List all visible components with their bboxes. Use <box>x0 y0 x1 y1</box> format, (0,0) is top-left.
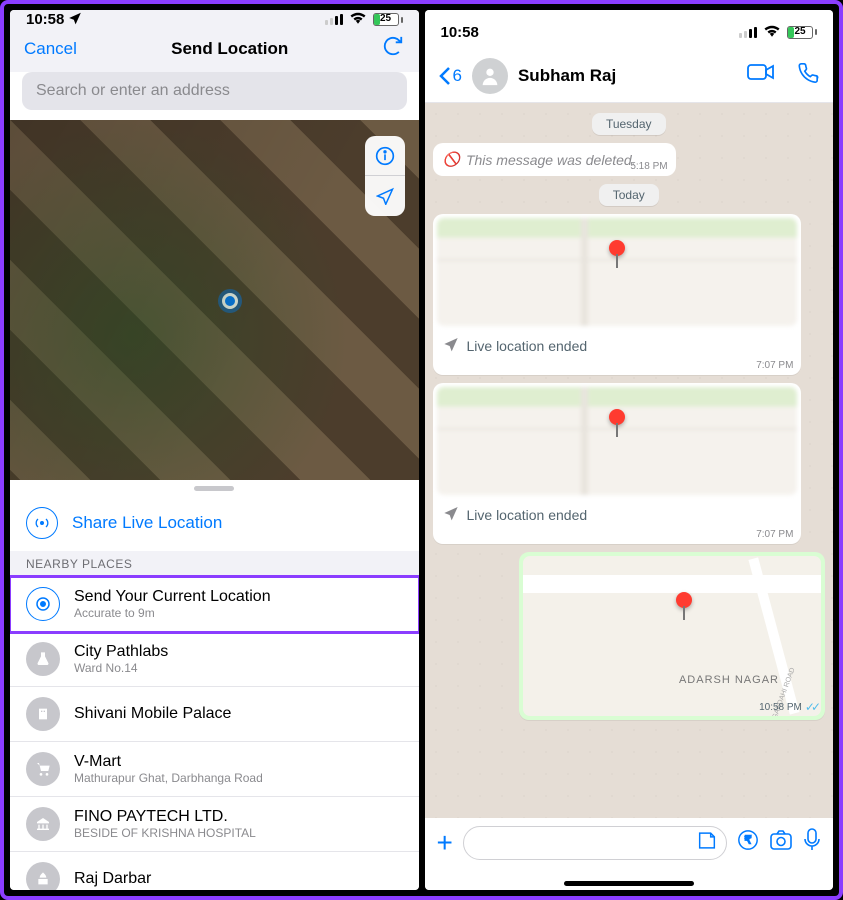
place-row[interactable]: City Pathlabs Ward No.14 <box>10 632 419 687</box>
share-live-label: Share Live Location <box>72 513 222 533</box>
status-bar: 10:58 25 <box>425 10 834 54</box>
page-title: Send Location <box>171 39 288 59</box>
chat-messages[interactable]: Tuesday 🚫 This message was deleted. 5:18… <box>425 103 834 818</box>
share-live-location-row[interactable]: Share Live Location <box>10 497 419 551</box>
cart-icon <box>26 752 60 786</box>
attach-button[interactable]: + <box>437 827 453 859</box>
live-ended-label: Live location ended <box>467 338 588 354</box>
payment-button[interactable]: ₹ <box>737 829 759 857</box>
current-location-dot <box>222 293 238 309</box>
location-icon <box>443 505 459 524</box>
place-title: V-Mart <box>74 753 263 771</box>
camera-button[interactable] <box>769 829 793 857</box>
navbar: Cancel Send Location <box>10 29 419 72</box>
video-call-button[interactable] <box>747 62 775 90</box>
search-input[interactable]: Search or enter an address <box>22 72 407 110</box>
bank-icon <box>26 807 60 841</box>
battery-icon: 25 <box>787 26 817 39</box>
battery-icon: 25 <box>373 13 403 26</box>
unread-count: 6 <box>453 66 462 86</box>
map-thumbnail <box>437 387 798 495</box>
broadcast-icon <box>26 507 58 539</box>
cellular-icon <box>325 14 343 25</box>
location-icon <box>443 336 459 355</box>
send-location-screen: 10:58 25 Cancel Send Location <box>10 10 419 890</box>
place-title: Send Your Current Location <box>74 588 271 606</box>
deleted-text: This message was deleted. <box>466 152 636 168</box>
chat-navbar: 6 Subham Raj <box>425 54 834 103</box>
live-ended-label: Live location ended <box>467 507 588 523</box>
date-separator: Tuesday <box>592 113 666 135</box>
map-pin-icon <box>676 592 692 608</box>
grab-handle[interactable] <box>194 486 234 491</box>
mosque-icon <box>26 862 60 890</box>
mic-button[interactable] <box>803 828 821 858</box>
place-title: FINO PAYTECH LTD. <box>74 808 256 826</box>
map-thumbnail: ADARSH NAGAR MAGARDAHI ROAD <box>523 556 821 716</box>
map-area-label: ADARSH NAGAR <box>679 674 779 686</box>
status-time: 10:58 <box>441 24 479 41</box>
contact-name[interactable]: Subham Raj <box>518 66 616 86</box>
sticker-button[interactable] <box>696 830 718 857</box>
chat-input-bar: + ₹ <box>425 818 834 890</box>
bottom-sheet: Share Live Location NEARBY PLACES Send Y… <box>10 480 419 890</box>
place-subtitle: Ward No.14 <box>74 661 168 675</box>
chat-screen: 10:58 25 6 Subham Raj <box>425 10 834 890</box>
map-locate-button[interactable] <box>365 176 405 216</box>
date-separator: Today <box>599 184 659 206</box>
map-pin-icon <box>609 409 625 425</box>
contact-avatar[interactable] <box>472 58 508 94</box>
place-row[interactable]: V-Mart Mathurapur Ghat, Darbhanga Road <box>10 742 419 797</box>
map-view[interactable] <box>10 120 419 480</box>
cellular-icon <box>739 27 757 38</box>
deleted-message: 🚫 This message was deleted. 5:18 PM <box>433 143 676 176</box>
wifi-icon <box>763 23 781 42</box>
cancel-button[interactable]: Cancel <box>24 39 77 59</box>
status-bar: 10:58 25 <box>10 10 419 29</box>
message-input[interactable] <box>463 826 727 860</box>
svg-text:₹: ₹ <box>745 835 752 847</box>
location-arrow-icon <box>68 11 82 29</box>
voice-call-button[interactable] <box>797 62 819 90</box>
map-pin-icon <box>609 240 625 256</box>
place-title: City Pathlabs <box>74 643 168 661</box>
map-info-button[interactable] <box>365 136 405 176</box>
flask-icon <box>26 642 60 676</box>
map-thumbnail <box>437 218 798 326</box>
status-time: 10:58 <box>26 11 64 28</box>
place-subtitle: BESIDE OF KRISHNA HOSPITAL <box>74 826 256 840</box>
place-row[interactable]: Shivani Mobile Palace <box>10 687 419 742</box>
back-button[interactable]: 6 <box>439 66 462 86</box>
message-time: 5:18 PM <box>630 161 667 172</box>
block-icon: 🚫 <box>443 151 460 168</box>
read-receipt-icon: ✓✓ <box>805 700 817 714</box>
wifi-icon <box>349 10 367 29</box>
building-icon <box>26 697 60 731</box>
place-subtitle: Mathurapur Ghat, Darbhanga Road <box>74 771 263 785</box>
place-title: Shivani Mobile Palace <box>74 705 231 723</box>
message-time: 7:07 PM <box>756 360 793 371</box>
place-subtitle: Accurate to 9m <box>74 606 271 620</box>
place-title: Raj Darbar <box>74 870 151 888</box>
message-time: 7:07 PM <box>756 529 793 540</box>
place-row[interactable]: Raj Darbar <box>10 852 419 890</box>
refresh-button[interactable] <box>382 35 404 62</box>
home-indicator <box>564 881 694 886</box>
sent-location-message[interactable]: ADARSH NAGAR MAGARDAHI ROAD 10:58 PM ✓✓ <box>519 552 825 720</box>
send-current-location-row[interactable]: Send Your Current Location Accurate to 9… <box>10 577 419 632</box>
nearby-places-header: NEARBY PLACES <box>10 551 419 577</box>
location-message[interactable]: Live location ended 7:07 PM <box>433 214 802 375</box>
location-message[interactable]: Live location ended 7:07 PM <box>433 383 802 544</box>
place-row[interactable]: FINO PAYTECH LTD. BESIDE OF KRISHNA HOSP… <box>10 797 419 852</box>
message-time: 10:58 PM <box>759 702 802 713</box>
target-icon <box>26 587 60 621</box>
